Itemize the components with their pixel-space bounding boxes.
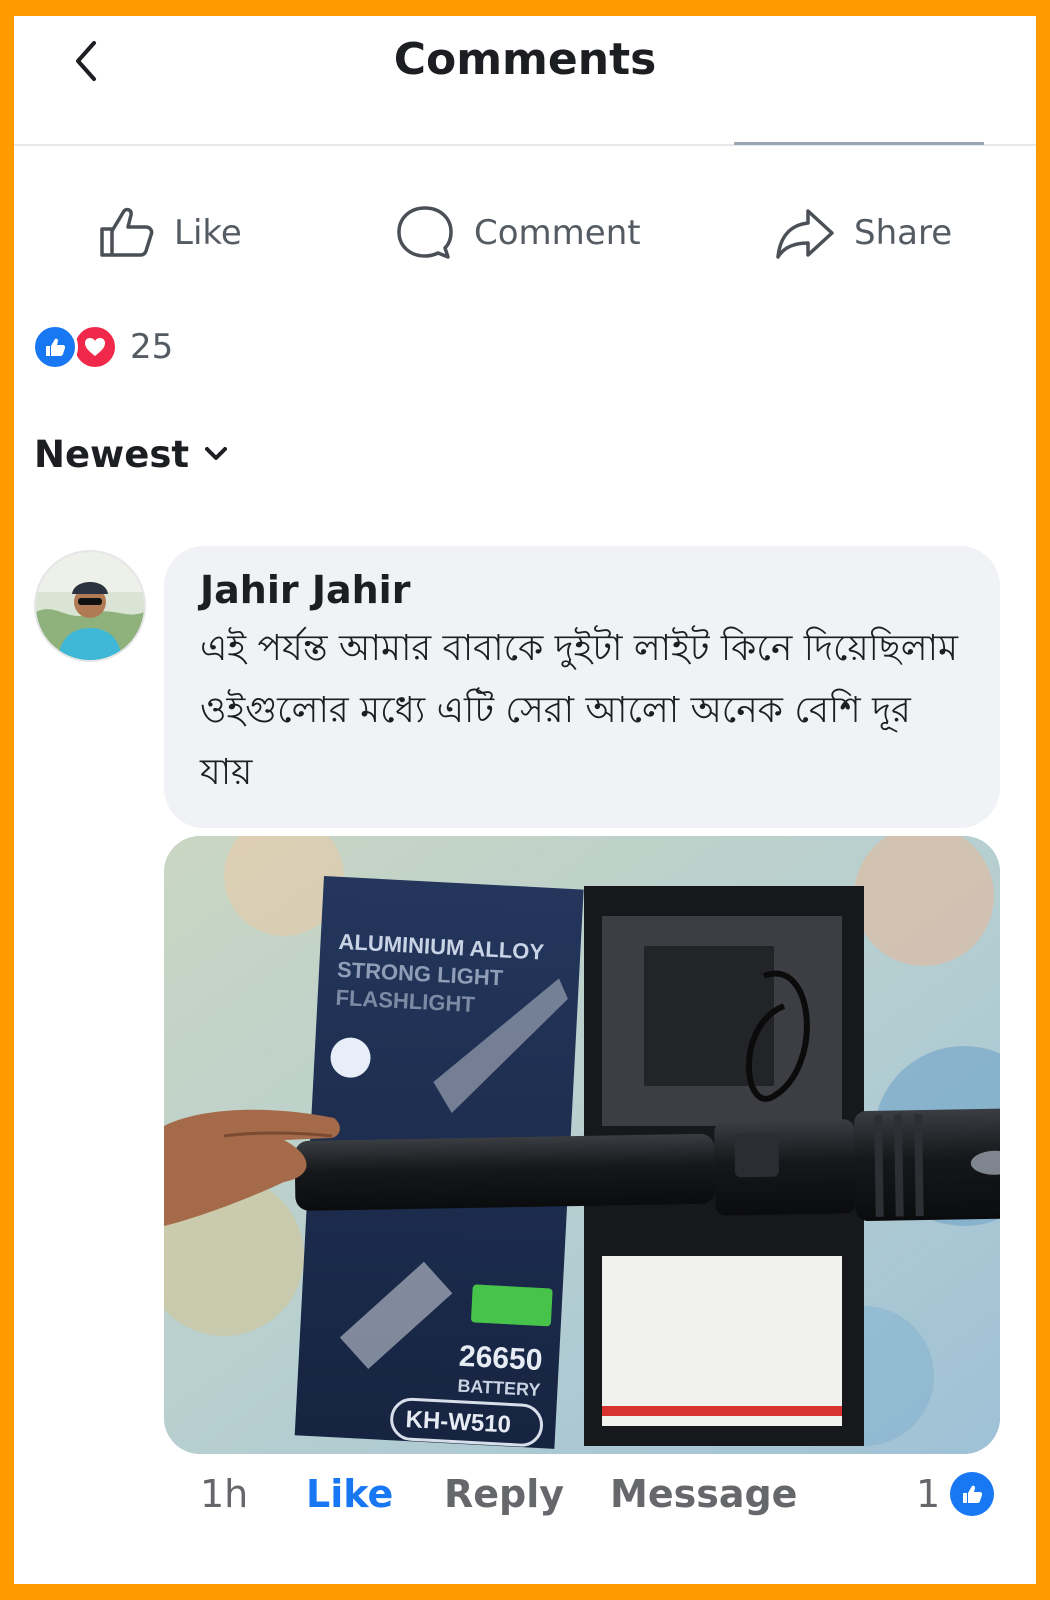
- sort-label: Newest: [34, 432, 190, 476]
- header-bar: Comments: [14, 16, 1036, 146]
- share-arrow-icon: [776, 209, 834, 259]
- battery-number: 26650: [458, 1340, 543, 1377]
- comment-photo[interactable]: ALUMINIUM ALLOY STRONG LIGHT FLASHLIGHT …: [164, 836, 1000, 1454]
- reaction-summary[interactable]: 25: [32, 322, 173, 372]
- like-badge-icon: [950, 1472, 995, 1516]
- comments-screen: Comments Like Comment Share 25 Newest Ja…: [14, 16, 1036, 1584]
- like-reaction-icon: [32, 324, 78, 370]
- comment-reply-button[interactable]: Reply: [444, 1464, 564, 1524]
- comment-actions: 1h Like Reply Message 1: [14, 1464, 1036, 1524]
- thumbs-up-icon: [100, 207, 154, 257]
- comment-bubble[interactable]: Jahir Jahir এই পর্যন্ত আমার বাবাকে দুইটা…: [164, 546, 1000, 828]
- comment-message-button[interactable]: Message: [610, 1464, 797, 1524]
- tab-indicator: [734, 142, 984, 145]
- comment-author[interactable]: Jahir Jahir: [200, 566, 970, 614]
- comment-time: 1h: [200, 1472, 249, 1516]
- comment-text: এই পর্যন্ত আমার বাবাকে দুইটা লাইট কিনে দ…: [200, 628, 959, 793]
- comment-like-count-value: 1: [916, 1472, 941, 1516]
- post-like-label: Like: [174, 213, 242, 253]
- post-action-bar: Like Comment Share: [14, 198, 1036, 268]
- speech-bubble-icon: [397, 206, 453, 259]
- reaction-count: 25: [130, 327, 174, 367]
- avatar[interactable]: [34, 550, 146, 662]
- love-reaction-icon: [72, 324, 118, 370]
- page-title: Comments: [393, 34, 657, 85]
- post-share-label: Share: [854, 213, 953, 253]
- post-comment-button[interactable]: Comment: [394, 198, 641, 268]
- chevron-down-icon: [205, 447, 228, 460]
- post-share-button[interactable]: Share: [774, 198, 952, 268]
- sort-dropdown[interactable]: Newest: [34, 426, 229, 482]
- comment-like-count[interactable]: 1: [916, 1464, 995, 1524]
- model-label: KH-W510: [405, 1406, 512, 1438]
- comment-like-button[interactable]: Like: [306, 1464, 393, 1524]
- post-like-button[interactable]: Like: [96, 198, 242, 268]
- post-comment-label: Comment: [474, 213, 641, 253]
